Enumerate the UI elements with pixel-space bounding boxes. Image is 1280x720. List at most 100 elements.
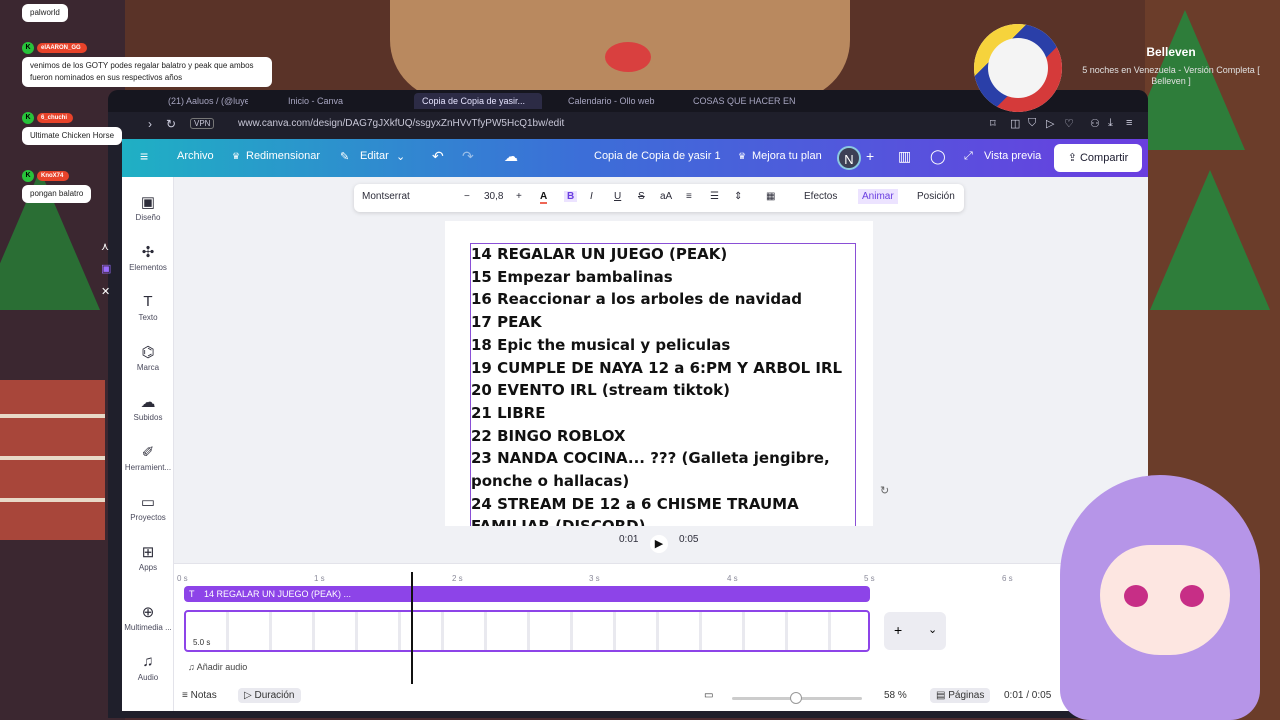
presenter-icon[interactable]: ▭ bbox=[704, 690, 713, 701]
chat-username: KnoX74 bbox=[37, 171, 70, 181]
align-icon[interactable]: ≡ bbox=[686, 191, 692, 202]
play-button[interactable]: ▶ bbox=[650, 535, 668, 553]
edit-menu[interactable]: Editar bbox=[360, 150, 389, 162]
sidebar-item-label: Audio bbox=[137, 673, 159, 682]
text-track-icon: T bbox=[189, 589, 195, 599]
design-canvas[interactable]: 14 REGALAR UN JUEGO (PEAK) 15 Empezar bam… bbox=[445, 221, 873, 526]
undo-icon[interactable]: ↶ bbox=[432, 148, 444, 165]
canva-editor: ≡ Archivo ♛ Redimensionar ✎ Editar ⌄ ↶ ↷… bbox=[122, 139, 1148, 711]
schedule-line: 17 PEAK bbox=[471, 313, 542, 332]
resize-button[interactable]: Redimensionar bbox=[246, 150, 320, 162]
sidebar-item-label: Proyectos bbox=[130, 513, 166, 522]
sidebar-item-audio[interactable]: ♫ Audio bbox=[122, 653, 174, 682]
animate-button[interactable]: Animar bbox=[858, 189, 898, 204]
download-icon[interactable]: ⤓ bbox=[1108, 117, 1113, 130]
avatar[interactable]: N bbox=[837, 146, 861, 170]
add-audio-button[interactable]: ♫ Añadir audio bbox=[188, 662, 247, 672]
duration-button[interactable]: ▷ Duración bbox=[238, 688, 301, 703]
rotate-icon[interactable]: ↻ bbox=[880, 484, 889, 497]
font-size-increase[interactable]: + bbox=[516, 191, 522, 202]
tab-active[interactable]: Copia de Copia de yasir... bbox=[414, 93, 542, 109]
screenshot-icon[interactable]: ◫ bbox=[1010, 117, 1020, 130]
shield-icon[interactable]: ⛉ bbox=[1028, 117, 1036, 130]
bold-icon[interactable]: B bbox=[564, 191, 578, 202]
chevron-down-icon[interactable]: ⌄ bbox=[928, 623, 937, 636]
document-title[interactable]: Copia de Copia de yasir 1 bbox=[594, 150, 721, 162]
crown-icon: ♛ bbox=[738, 151, 747, 161]
schedule-line: FAMILIAR (DISCORD) bbox=[471, 515, 856, 526]
preview-button[interactable]: Vista previa bbox=[984, 150, 1041, 162]
x-icon[interactable]: ✕ bbox=[101, 285, 110, 298]
upgrade-button[interactable]: Mejora tu plan bbox=[752, 150, 822, 162]
text-block[interactable]: 14 REGALAR UN JUEGO (PEAK) 15 Empezar bam… bbox=[471, 243, 856, 526]
spacing-icon[interactable]: ⇕ bbox=[734, 191, 742, 202]
zoom-slider[interactable] bbox=[732, 692, 862, 704]
text-track[interactable]: T 14 REGALAR UN JUEGO (PEAK) ... bbox=[184, 586, 870, 602]
position-button[interactable]: Posición bbox=[917, 191, 955, 202]
page-track[interactable]: 5.0 s bbox=[184, 610, 870, 652]
file-menu[interactable]: Archivo bbox=[177, 150, 214, 162]
sidebar-item-projects[interactable]: ▭ Proyectos bbox=[122, 493, 174, 522]
analytics-icon[interactable]: ▥ bbox=[898, 148, 911, 165]
sidebar-item-label: Subidos bbox=[133, 413, 163, 422]
chat-message-text: venimos de los GOTY podes regalar balatr… bbox=[22, 57, 272, 87]
bookmark-icon[interactable]: ⌑ bbox=[990, 117, 996, 130]
text-icon: T bbox=[143, 293, 153, 310]
effects-button[interactable]: Efectos bbox=[804, 191, 837, 202]
sidebar-item-media[interactable]: ⊕ Multimedia ... bbox=[122, 603, 174, 632]
plus-icon: + bbox=[894, 622, 903, 638]
timeline-tick: 1 s bbox=[314, 574, 325, 583]
sidebar-item-text[interactable]: T Texto bbox=[122, 293, 174, 322]
strikethrough-icon[interactable]: S bbox=[638, 191, 645, 202]
redo-icon[interactable]: ↷ bbox=[462, 148, 474, 165]
italic-icon[interactable]: I bbox=[590, 191, 593, 202]
vtuber-avatar bbox=[1020, 455, 1280, 720]
notes-button[interactable]: ≡ Notas bbox=[182, 690, 217, 701]
sidebar-item-label: Herramient... bbox=[124, 463, 172, 472]
sidebar-item-apps[interactable]: ⊞ Apps bbox=[122, 543, 174, 572]
cloud-save-icon[interactable]: ☁ bbox=[504, 148, 518, 165]
add-page-button[interactable]: + ⌄ bbox=[884, 612, 946, 650]
tab[interactable]: Inicio - Canva bbox=[288, 93, 368, 109]
profile-icon[interactable]: ⚇ bbox=[1090, 117, 1100, 130]
app-icon[interactable]: ⋏ bbox=[101, 240, 109, 253]
menu-icon[interactable]: ≡ bbox=[1126, 117, 1132, 129]
timeline-tick: 2 s bbox=[452, 574, 463, 583]
font-size-decrease[interactable]: − bbox=[464, 191, 470, 202]
sidebar-item-uploads[interactable]: ☁ Subidos bbox=[122, 393, 174, 422]
list-icon[interactable]: ☰ bbox=[710, 191, 719, 202]
sidebar-item-label: Multimedia ... bbox=[124, 623, 172, 632]
schedule-line: 18 Epic the musical y peliculas bbox=[471, 335, 731, 354]
text-toolbar: Montserrat − 30,8 + A B I U S aA ≡ ☰ ⇕ ▦… bbox=[354, 184, 964, 212]
pages-button[interactable]: ▤ Páginas bbox=[930, 688, 991, 703]
album-art bbox=[974, 24, 1062, 112]
text-case-icon[interactable]: aA bbox=[660, 191, 672, 202]
transparency-icon[interactable]: ▦ bbox=[766, 191, 775, 202]
sidebar-item-elements[interactable]: ✣ Elementos bbox=[122, 243, 174, 272]
heart-icon[interactable]: ♡ bbox=[1064, 117, 1074, 130]
zoom-level[interactable]: 58 % bbox=[884, 690, 907, 701]
schedule-line: 16 Reaccionar a los arboles de navidad bbox=[471, 290, 803, 309]
chat-message-text: palworld bbox=[22, 4, 68, 22]
add-collaborator-icon[interactable]: + bbox=[866, 148, 874, 164]
font-selector[interactable]: Montserrat bbox=[362, 191, 410, 202]
sidebar-item-tools[interactable]: ✐ Herramient... bbox=[122, 443, 174, 472]
text-color-icon[interactable]: A bbox=[540, 191, 548, 204]
share-button[interactable]: ⇪ Compartir bbox=[1054, 144, 1142, 172]
url-field[interactable]: www.canva.com/design/DAG7gJXkfUQ/ssgyxZn… bbox=[238, 118, 564, 129]
zoom-slider-handle[interactable] bbox=[790, 692, 802, 704]
hamburger-icon[interactable]: ≡ bbox=[140, 148, 148, 164]
play-icon[interactable]: ▷ bbox=[1046, 117, 1054, 130]
comment-icon[interactable]: ◯ bbox=[930, 148, 946, 165]
folder-icon: ▭ bbox=[140, 494, 156, 511]
sidebar-item-label: Elementos bbox=[129, 263, 167, 272]
twitch-icon[interactable]: ▣ bbox=[101, 262, 111, 275]
kick-icon: K bbox=[22, 170, 34, 182]
font-size-input[interactable]: 30,8 bbox=[484, 191, 503, 202]
sidebar-item-brand[interactable]: ⌬ Marca bbox=[122, 343, 174, 372]
tab[interactable]: Calendario - Ollo web bbox=[568, 93, 678, 109]
schedule-line: 23 NANDA COCINA... ??? (Galleta jengibre… bbox=[471, 449, 830, 468]
tab[interactable]: COSAS QUE HACER EN bbox=[693, 93, 803, 109]
underline-icon[interactable]: U bbox=[614, 191, 621, 202]
playhead[interactable] bbox=[410, 572, 413, 684]
